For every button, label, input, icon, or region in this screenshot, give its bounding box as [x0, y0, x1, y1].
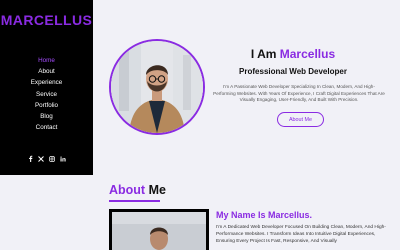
hero-subtitle: Professional Web Developer	[239, 67, 347, 76]
social-links	[0, 155, 93, 162]
about-heading-accent: About	[109, 183, 146, 197]
hero-title-prefix: I Am	[250, 47, 280, 61]
sidebar: MARCELLUS Home About Experience Service …	[0, 0, 93, 175]
facebook-icon[interactable]	[27, 155, 33, 162]
linkedin-icon[interactable]	[60, 155, 66, 162]
page: MARCELLUS Home About Experience Service …	[0, 0, 400, 250]
brand-logo[interactable]: MARCELLUS	[0, 12, 93, 28]
hero-title-name: Marcellus	[279, 47, 336, 61]
nav-item-service[interactable]: Service	[0, 89, 93, 100]
nav-item-experience[interactable]: Experience	[0, 77, 93, 88]
about-me-button[interactable]: About Me	[277, 112, 324, 127]
about-section-heading: About Me	[109, 183, 166, 197]
hero-description: I'm A Passionate Web Developer Specializ…	[213, 84, 385, 103]
nav-item-about[interactable]: About	[0, 66, 93, 77]
nav-item-blog[interactable]: Blog	[0, 111, 93, 122]
about-heading-underline	[109, 200, 160, 202]
x-icon[interactable]	[38, 155, 44, 162]
about-description: I'm A Dedicated Web Developer Focused On…	[216, 225, 386, 245]
nav-item-contact[interactable]: Contact	[0, 122, 93, 133]
nav-item-home[interactable]: Home	[0, 55, 93, 66]
hero-profile-photo	[109, 39, 205, 135]
hero-title: I Am Marcellus	[218, 47, 368, 61]
about-name-title: My Name Is Marcellus.	[216, 210, 313, 220]
about-heading-rest: Me	[145, 183, 166, 197]
main-nav: Home About Experience Service Portfolio …	[0, 55, 93, 133]
about-profile-photo	[109, 209, 209, 250]
instagram-icon[interactable]	[49, 155, 55, 162]
nav-item-portfolio[interactable]: Portfolio	[0, 100, 93, 111]
